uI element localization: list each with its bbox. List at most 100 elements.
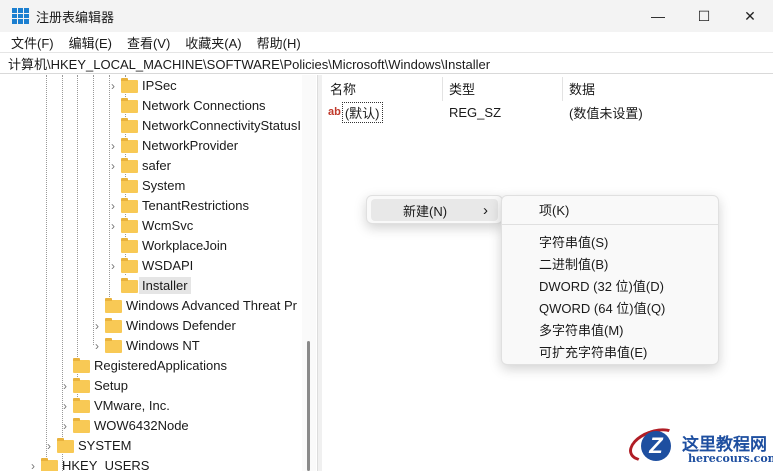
column-divider[interactable] <box>442 77 443 101</box>
tree-node[interactable]: System <box>0 176 302 196</box>
folder-icon <box>73 398 90 413</box>
menu-item-new-value[interactable]: 可扩充字符串值(E) <box>506 340 714 362</box>
folder-icon <box>121 158 138 173</box>
chevron-right-icon[interactable]: › <box>92 319 102 333</box>
column-data[interactable]: 数据 <box>569 79 595 101</box>
menu-edit[interactable]: 编辑(E) <box>69 33 112 52</box>
tree-node-label: Setup <box>94 378 128 393</box>
tree-node[interactable]: › VMware, Inc. <box>0 396 302 416</box>
menu-item-key[interactable]: 项(K) <box>506 198 714 220</box>
folder-icon <box>121 178 138 193</box>
chevron-right-icon[interactable]: › <box>28 459 38 471</box>
chevron-right-icon[interactable]: › <box>60 399 70 413</box>
tree-node[interactable]: RegisteredApplications <box>0 356 302 376</box>
menu-help[interactable]: 帮助(H) <box>257 33 301 52</box>
folder-icon <box>41 458 58 471</box>
tree-node-label: SYSTEM <box>78 438 132 453</box>
folder-icon <box>121 238 138 253</box>
tree-node-label: Windows Advanced Threat Pr <box>126 298 298 313</box>
close-button[interactable]: ✕ <box>727 0 773 32</box>
chevron-right-icon[interactable]: › <box>92 339 102 353</box>
scrollbar-thumb[interactable] <box>307 341 310 471</box>
tree-node[interactable]: Windows Advanced Threat Pr <box>0 296 302 316</box>
tree-node-label: Installer <box>139 277 191 294</box>
chevron-right-icon[interactable]: › <box>108 219 118 233</box>
menu-item-new-value[interactable]: 多字符串值(M) <box>506 318 714 340</box>
tree-node[interactable]: › Windows Defender <box>0 316 302 336</box>
title-bar: 注册表编辑器 — ☐ ✕ <box>0 0 773 32</box>
tree-node-label: WcmSvc <box>142 218 194 233</box>
chevron-right-icon[interactable]: › <box>108 79 118 93</box>
folder-icon <box>121 98 138 113</box>
value-type: REG_SZ <box>449 104 502 120</box>
tree-node[interactable]: › IPSec <box>0 76 302 96</box>
folder-icon <box>121 138 138 153</box>
column-divider[interactable] <box>562 77 563 101</box>
context-menu: 新建(N) › <box>366 195 503 224</box>
menu-bar: 文件(F) 编辑(E) 查看(V) 收藏夹(A) 帮助(H) <box>0 32 773 52</box>
tree-node-label: WorkplaceJoin <box>142 238 228 253</box>
tree-node[interactable]: › HKEY_USERS <box>0 456 302 471</box>
tree-node[interactable]: › safer <box>0 156 302 176</box>
address-bar[interactable]: 计算机\HKEY_LOCAL_MACHINE\SOFTWARE\Policies… <box>0 52 773 74</box>
folder-icon <box>73 418 90 433</box>
watermark-logo: Z 这里教程网 herecours.com <box>624 422 773 471</box>
tree-node-label: Windows NT <box>126 338 200 353</box>
chevron-right-icon[interactable]: › <box>44 439 54 453</box>
folder-icon <box>73 378 90 393</box>
window-title: 注册表编辑器 <box>36 9 115 25</box>
folder-icon <box>121 218 138 233</box>
tree-node[interactable]: › SYSTEM <box>0 436 302 456</box>
tree-node-label: HKEY_USERS <box>62 458 150 471</box>
new-label: 新建(N) <box>403 203 448 219</box>
tree-scrollbar[interactable] <box>302 75 316 471</box>
new-submenu: 项(K) 字符串值(S) 二进制值(B) DWORD (32 位)值(D) QWORD… <box>501 195 719 365</box>
chevron-right-icon[interactable]: › <box>108 199 118 213</box>
menu-favorites[interactable]: 收藏夹(A) <box>185 33 241 52</box>
folder-icon <box>105 298 122 313</box>
menu-item-new[interactable]: 新建(N) › <box>371 199 498 221</box>
value-row[interactable]: ab (默认) <box>328 101 383 123</box>
chevron-right-icon[interactable]: › <box>60 419 70 433</box>
chevron-right-icon[interactable]: › <box>108 159 118 173</box>
chevron-right-icon[interactable]: › <box>60 379 70 393</box>
tree-node[interactable]: WorkplaceJoin <box>0 236 302 256</box>
folder-icon <box>105 318 122 333</box>
tree-node[interactable]: › NetworkProvider <box>0 136 302 156</box>
tree-node-label: RegisteredApplications <box>94 358 227 373</box>
menu-item-new-value[interactable]: DWORD (32 位)值(D) <box>506 274 714 296</box>
chevron-right-icon[interactable]: › <box>108 139 118 153</box>
tree-node[interactable]: › Windows NT <box>0 336 302 356</box>
tree-node[interactable]: › WOW6432Node <box>0 416 302 436</box>
menu-item-new-value[interactable]: QWORD (64 位)值(Q) <box>506 296 714 318</box>
string-value-icon: ab <box>328 106 341 118</box>
tree-node-label: TenantRestrictions <box>142 198 249 213</box>
chevron-right-icon[interactable]: › <box>108 259 118 273</box>
menu-item-new-value[interactable]: 字符串值(S) <box>506 230 714 252</box>
tree-node[interactable]: › TenantRestrictions <box>0 196 302 216</box>
menu-item-new-value[interactable]: 二进制值(B) <box>506 252 714 274</box>
folder-icon <box>57 438 74 453</box>
tree-node[interactable]: Network Connections <box>0 96 302 116</box>
value-data: (数值未设置) <box>569 105 643 121</box>
tree-node-label: safer <box>142 158 171 173</box>
column-type[interactable]: 类型 <box>449 79 475 101</box>
column-name[interactable]: 名称 <box>330 79 356 101</box>
maximize-button[interactable]: ☐ <box>681 0 727 32</box>
folder-icon <box>121 278 138 293</box>
tree-node[interactable]: › WSDAPI <box>0 256 302 276</box>
minimize-button[interactable]: — <box>635 0 681 32</box>
tree-node-label: IPSec <box>142 78 177 93</box>
tree-node[interactable]: › Setup <box>0 376 302 396</box>
tree-node-label: NetworkConnectivityStatusI <box>142 118 301 133</box>
tree-node[interactable]: Installer <box>0 276 302 296</box>
menu-view[interactable]: 查看(V) <box>127 33 170 52</box>
folder-icon <box>121 78 138 93</box>
value-name: (默认) <box>341 101 383 123</box>
tree-node[interactable]: › WcmSvc <box>0 216 302 236</box>
tree-node[interactable]: NetworkConnectivityStatusI <box>0 116 302 136</box>
menu-file[interactable]: 文件(F) <box>11 33 54 52</box>
tree-node-label: System <box>142 178 186 193</box>
folder-icon <box>73 358 90 373</box>
folder-icon <box>121 258 138 273</box>
